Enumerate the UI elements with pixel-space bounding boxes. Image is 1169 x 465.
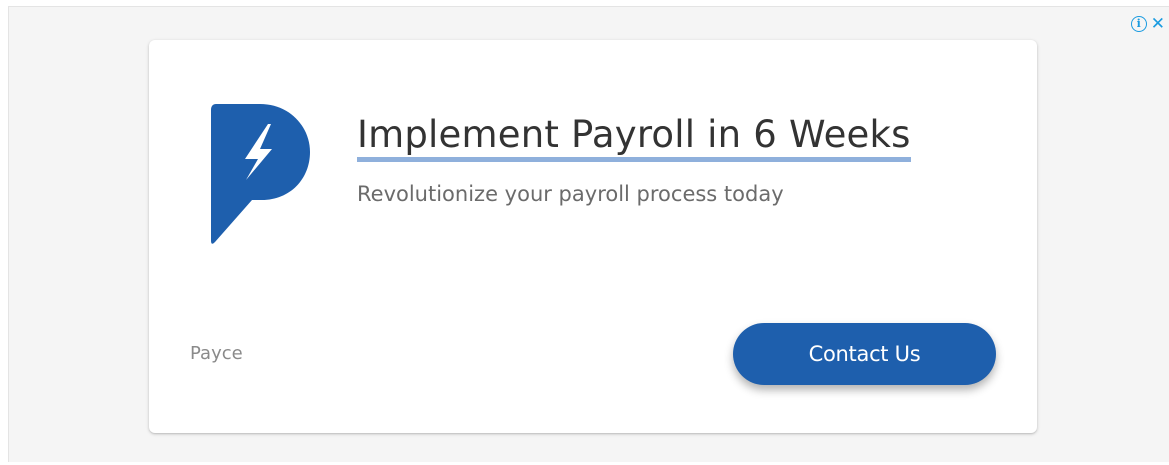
advertiser-name[interactable]: Payce [190, 343, 243, 364]
payce-logo-icon[interactable] [208, 102, 312, 246]
ad-headline[interactable]: Implement Payroll in 6 Weeks [357, 113, 911, 162]
contact-us-button[interactable]: Contact Us [733, 323, 996, 385]
info-icon[interactable]: i [1130, 16, 1147, 32]
close-icon[interactable]: ✕ [1151, 16, 1165, 33]
ad-description: Revolutionize your payroll process today [357, 182, 784, 206]
adchoices-bar[interactable]: i ✕ [1130, 16, 1165, 33]
